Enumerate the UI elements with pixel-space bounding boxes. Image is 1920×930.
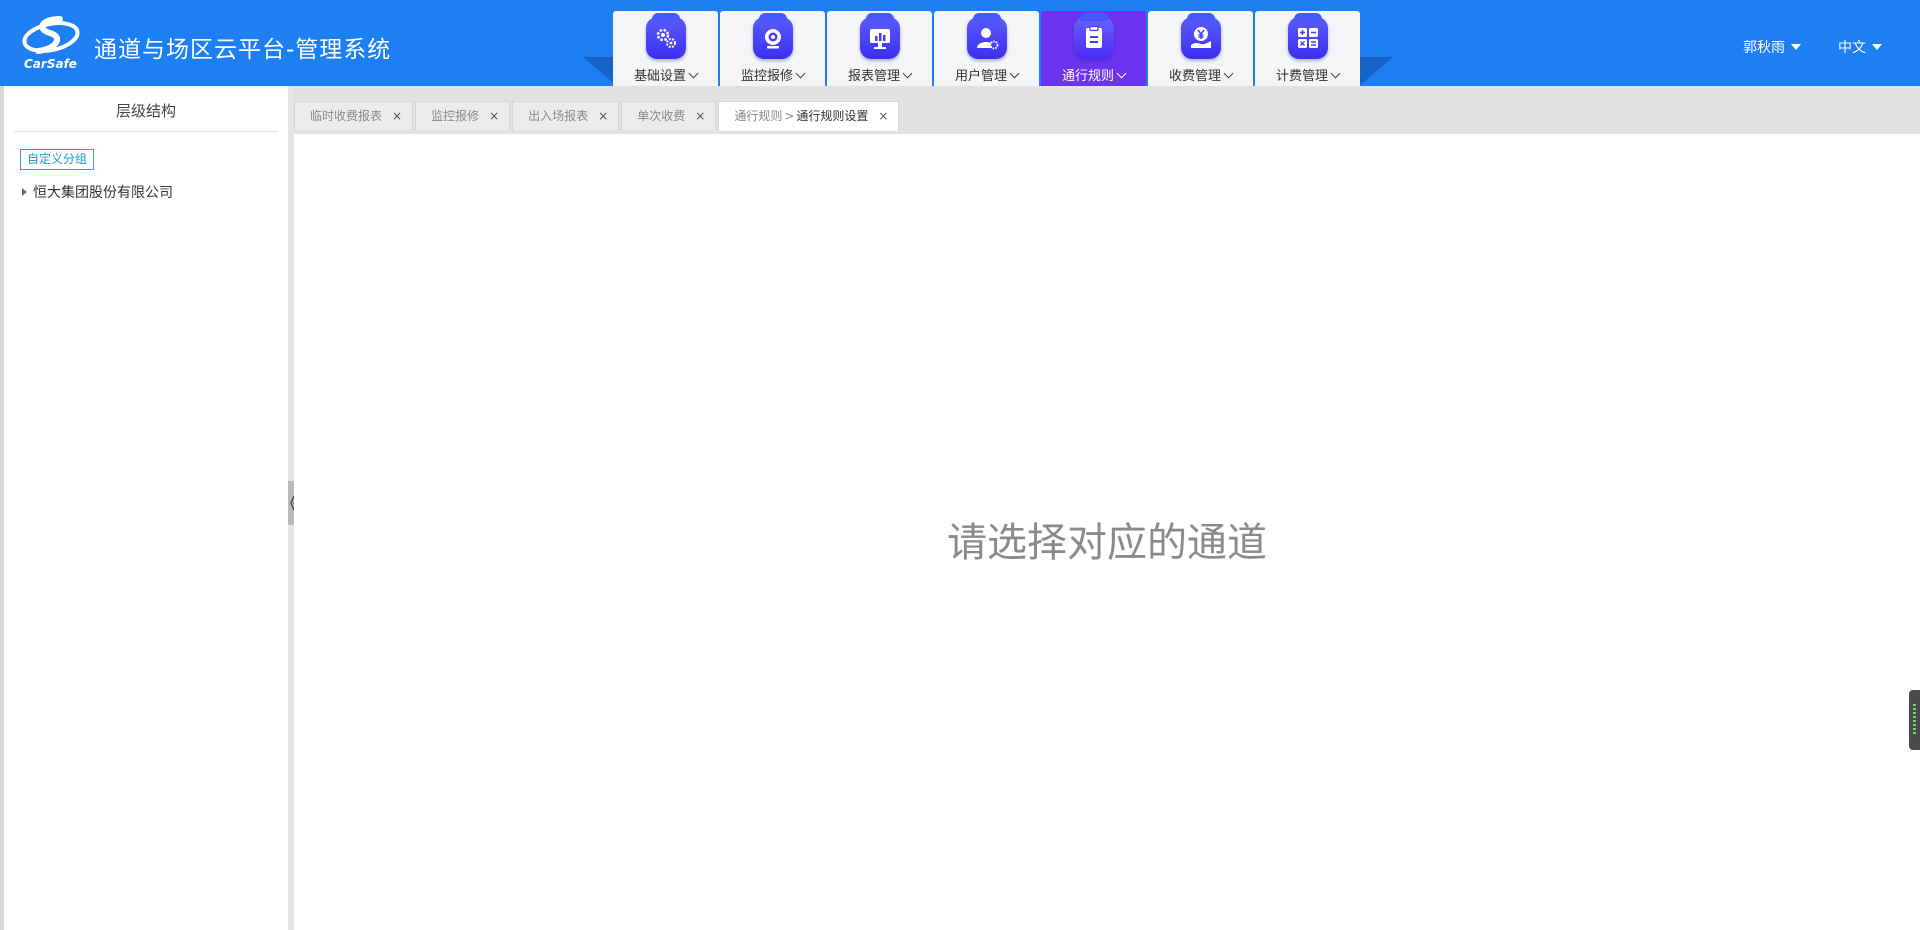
- close-icon[interactable]: ×: [489, 102, 499, 130]
- nav-wing-right: [1359, 57, 1393, 86]
- rule-document-icon: [1074, 13, 1114, 59]
- nav-item-user-management[interactable]: 用户管理: [934, 11, 1039, 86]
- main-content: 请选择对应的通道: [294, 134, 1920, 930]
- report-chart-icon: [860, 13, 900, 59]
- main-nav: 基础设置 监控报修 报表管理 用户管理 通行规则 收费管理 计费管理: [613, 11, 1362, 86]
- tab-single-charge[interactable]: 单次收费 ×: [621, 101, 717, 130]
- carsafe-logo[interactable]: CarSafe: [20, 15, 82, 73]
- user-settings-icon: [967, 13, 1007, 59]
- nav-label: 报表管理: [847, 69, 900, 84]
- user-menu[interactable]: 郭秋雨: [1743, 37, 1801, 57]
- chevron-down-icon: [902, 68, 913, 79]
- nav-label: 基础设置: [633, 69, 686, 84]
- tab-breadcrumb-parent: 通行规则: [734, 109, 783, 123]
- payment-hand-icon: [1181, 13, 1221, 59]
- open-tabs: 临时收费报表 × 监控报修 × 出入场报表 × 单次收费 × 通行规则 > 通行规则设置 ×: [294, 101, 901, 131]
- nav-label: 用户管理: [954, 69, 1007, 84]
- sidebar-title: 层级结构: [14, 100, 278, 132]
- tree-node-label: 恒大集团股份有限公司: [33, 185, 173, 201]
- tab-temp-fee-report[interactable]: 临时收费报表 ×: [294, 101, 414, 130]
- close-icon[interactable]: ×: [392, 102, 402, 130]
- floating-side-widget[interactable]: [1909, 690, 1920, 750]
- user-name: 郭秋雨: [1743, 40, 1785, 56]
- logo-text: CarSafe: [24, 57, 77, 71]
- close-icon[interactable]: ×: [598, 102, 608, 130]
- nav-item-billing-management[interactable]: 计费管理: [1255, 11, 1360, 86]
- caret-down-icon: [1791, 44, 1801, 50]
- tab-breadcrumb-separator: >: [784, 109, 795, 123]
- close-icon[interactable]: ×: [695, 102, 705, 130]
- tab-label: 监控报修: [431, 109, 480, 123]
- caret-down-icon: [1872, 44, 1882, 50]
- chevron-down-icon: [795, 68, 806, 79]
- tab-label: 临时收费报表: [310, 109, 383, 123]
- expand-arrow-icon[interactable]: [22, 188, 27, 196]
- gears-icon: [646, 13, 686, 59]
- tab-label: 单次收费: [637, 109, 686, 123]
- chevron-down-icon: [1330, 68, 1341, 79]
- nav-label: 通行规则: [1061, 69, 1114, 84]
- close-icon[interactable]: ×: [878, 102, 888, 130]
- app-title: 通道与场区云平台-管理系统: [94, 37, 392, 63]
- nav-item-report-management[interactable]: 报表管理: [827, 11, 932, 86]
- language-label: 中文: [1838, 40, 1866, 56]
- language-menu[interactable]: 中文: [1838, 37, 1882, 57]
- nav-label: 计费管理: [1275, 69, 1328, 84]
- chevron-down-icon: [1223, 68, 1234, 79]
- nav-item-basic-settings[interactable]: 基础设置: [613, 11, 718, 86]
- tab-bar: 临时收费报表 × 监控报修 × 出入场报表 × 单次收费 × 通行规则 > 通行规则设置 ×: [294, 86, 1920, 134]
- nav-item-monitoring-repair[interactable]: 监控报修: [720, 11, 825, 86]
- tab-label: 通行规则设置: [796, 109, 869, 123]
- chevron-down-icon: [688, 68, 699, 79]
- nav-item-access-rules[interactable]: 通行规则: [1041, 11, 1146, 86]
- logo-swoosh-icon: [22, 16, 80, 54]
- chevron-down-icon: [1009, 68, 1020, 79]
- tab-monitoring-repair[interactable]: 监控报修 ×: [415, 101, 511, 130]
- nav-item-fee-management[interactable]: 收费管理: [1148, 11, 1253, 86]
- nav-label: 监控报修: [740, 69, 793, 84]
- top-header: CarSafe 通道与场区云平台-管理系统 基础设置 监控报修 报表管理 用户管…: [0, 0, 1920, 86]
- tab-entry-exit-report[interactable]: 出入场报表 ×: [512, 101, 620, 130]
- signal-bars-icon: [1913, 704, 1916, 736]
- tree-node-company[interactable]: 恒大集团股份有限公司: [22, 182, 173, 202]
- custom-group-button[interactable]: 自定义分组: [20, 149, 95, 170]
- empty-state-message: 请选择对应的通道: [947, 520, 1267, 566]
- camera-icon: [753, 13, 793, 59]
- nav-label: 收费管理: [1168, 69, 1221, 84]
- tab-label: 出入场报表: [528, 109, 589, 123]
- tab-access-rule-settings[interactable]: 通行规则 > 通行规则设置 ×: [718, 101, 900, 131]
- nav-wing-left: [583, 57, 617, 86]
- calculator-icon: [1288, 13, 1328, 59]
- chevron-down-icon: [1116, 68, 1127, 79]
- hierarchy-sidebar: 层级结构 自定义分组 恒大集团股份有限公司: [0, 86, 288, 930]
